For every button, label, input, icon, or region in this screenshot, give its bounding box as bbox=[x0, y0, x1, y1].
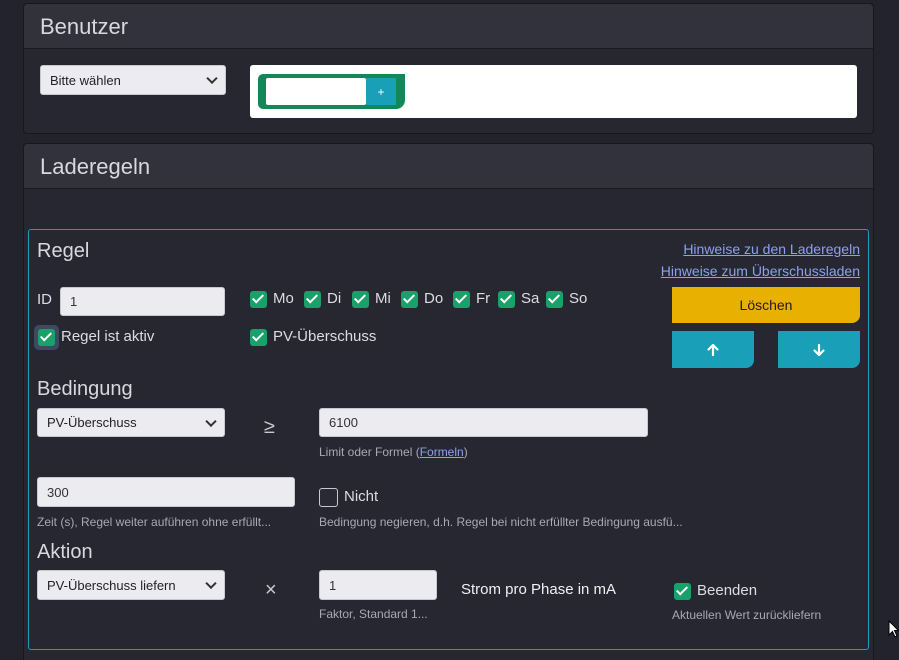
aktion-select-value: PV-Überschuss liefern bbox=[47, 577, 176, 593]
link-hinweise-laderegeln[interactable]: Hinweise zu den Laderegeln bbox=[683, 241, 860, 257]
aktiv-label: Regel ist aktiv bbox=[61, 328, 155, 345]
delete-button-label: Löschen bbox=[739, 297, 793, 313]
nicht-checkbox[interactable] bbox=[319, 488, 338, 507]
bedingung-heading: Bedingung bbox=[37, 378, 133, 400]
bedingung-select-value: PV-Überschuss bbox=[47, 415, 137, 430]
nicht-help: Bedingung negieren, d.h. Regel bei nicht… bbox=[319, 515, 683, 529]
nicht-label: Nicht bbox=[344, 488, 379, 505]
day-di-checkbox[interactable] bbox=[304, 291, 321, 308]
day-sa-label: Sa bbox=[521, 290, 540, 307]
aktion-operator: × bbox=[265, 579, 277, 601]
add-user-button[interactable]: + bbox=[366, 78, 396, 105]
benutzer-title: Benutzer bbox=[24, 4, 873, 49]
aktiv-checkbox[interactable] bbox=[38, 329, 55, 346]
aktion-heading: Aktion bbox=[37, 541, 93, 563]
limit-help-suffix: ) bbox=[463, 445, 468, 459]
day-mi-checkbox[interactable] bbox=[352, 291, 369, 308]
mouse-cursor-icon bbox=[888, 620, 899, 638]
user-select-value: Bitte wählen bbox=[50, 72, 121, 88]
day-mo-label: Mo bbox=[273, 290, 294, 307]
pv-ueberschuss-checkbox[interactable] bbox=[250, 329, 267, 346]
faktor-help: Faktor, Standard 1... bbox=[319, 607, 428, 621]
strom-label: Strom pro Phase in mA bbox=[461, 581, 617, 598]
bedingung-operator: ≥ bbox=[264, 416, 275, 438]
zeit-help: Zeit (s), Regel weiter auführen ohne erf… bbox=[37, 515, 272, 529]
user-select[interactable]: Bitte wählen bbox=[40, 65, 226, 95]
move-down-button[interactable] bbox=[778, 331, 860, 368]
arrow-down-icon bbox=[813, 343, 825, 356]
chevron-down-icon bbox=[206, 72, 218, 85]
beenden-checkbox[interactable] bbox=[674, 583, 691, 600]
regel-heading: Regel bbox=[37, 240, 90, 262]
limit-field[interactable]: 6100 bbox=[319, 408, 648, 437]
beenden-label: Beenden bbox=[697, 582, 758, 599]
arrow-up-icon bbox=[707, 343, 719, 356]
formeln-link[interactable]: Formeln bbox=[420, 445, 464, 459]
day-so-checkbox[interactable] bbox=[546, 291, 563, 308]
aktion-select[interactable]: PV-Überschuss liefern bbox=[37, 570, 225, 600]
plus-icon: + bbox=[377, 84, 385, 99]
day-mo-checkbox[interactable] bbox=[250, 291, 267, 308]
day-sa-checkbox[interactable] bbox=[498, 291, 515, 308]
beenden-help: Aktuellen Wert zurückliefern bbox=[672, 608, 822, 622]
move-up-button[interactable] bbox=[672, 331, 754, 368]
day-mi-label: Mi bbox=[375, 290, 391, 307]
chevron-down-icon bbox=[205, 415, 217, 427]
day-fr-label: Fr bbox=[476, 290, 491, 307]
user-tag-input[interactable] bbox=[266, 78, 366, 105]
day-so-label: So bbox=[569, 290, 588, 307]
limit-help: Limit oder Formel (Formeln) bbox=[319, 445, 468, 459]
id-field[interactable]: 1 bbox=[60, 287, 225, 316]
user-tag-input-group: + bbox=[258, 74, 405, 109]
limit-help-prefix: Limit oder Formel ( bbox=[319, 445, 420, 459]
laderegeln-title: Laderegeln bbox=[24, 144, 873, 189]
bedingung-select[interactable]: PV-Überschuss bbox=[37, 408, 225, 437]
day-di-label: Di bbox=[327, 290, 342, 307]
link-hinweise-ueberschuss[interactable]: Hinweise zum Überschussladen bbox=[661, 263, 860, 279]
faktor-field[interactable]: 1 bbox=[319, 570, 437, 600]
zeit-field[interactable]: 300 bbox=[37, 477, 295, 507]
pv-ueberschuss-label: PV-Überschuss bbox=[273, 328, 377, 345]
chevron-down-icon bbox=[205, 577, 217, 590]
day-fr-checkbox[interactable] bbox=[453, 291, 470, 308]
day-do-checkbox[interactable] bbox=[401, 291, 418, 308]
id-label: ID bbox=[37, 291, 52, 308]
day-do-label: Do bbox=[424, 290, 444, 307]
delete-button[interactable]: Löschen bbox=[672, 287, 860, 323]
